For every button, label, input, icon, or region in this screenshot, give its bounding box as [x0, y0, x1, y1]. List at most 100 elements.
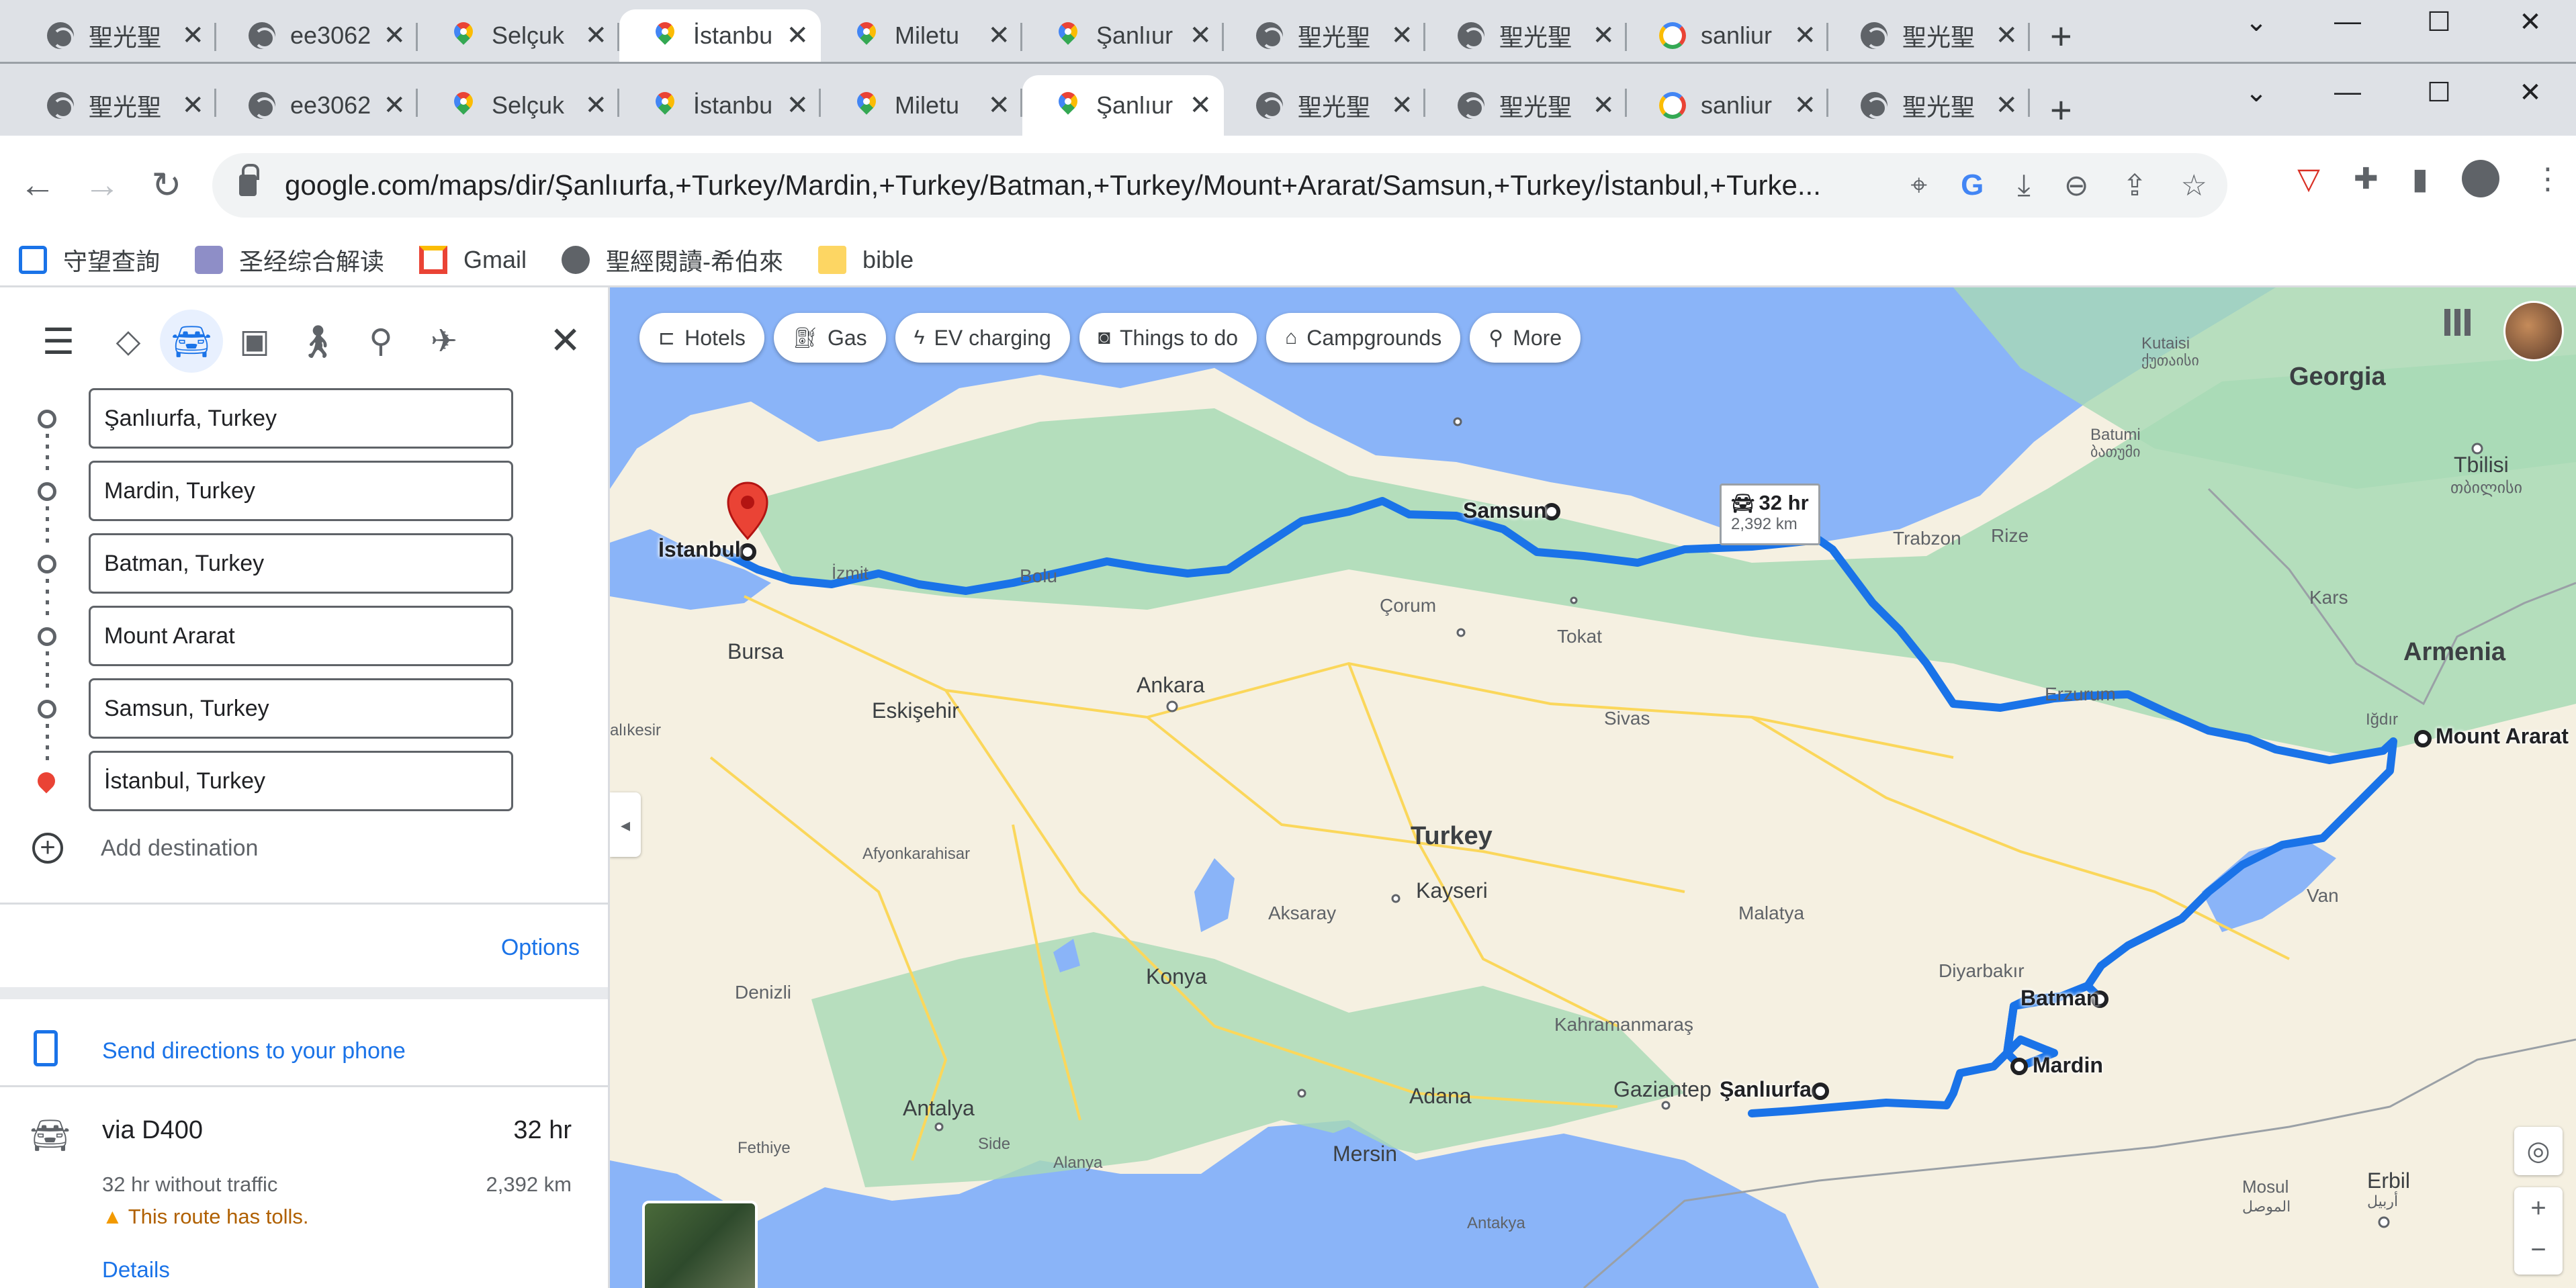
forward-button[interactable]: →: [70, 164, 134, 205]
label-sanliurfa[interactable]: Şanlıurfa: [1720, 1077, 1812, 1102]
tab-close-icon[interactable]: ✕: [584, 20, 607, 51]
zoom-in-button[interactable]: +: [2514, 1187, 2563, 1229]
bookmark-gmail[interactable]: Gmail: [419, 245, 527, 274]
my-location-button[interactable]: ◎: [2514, 1127, 2563, 1175]
cycling-icon[interactable]: ⚲: [349, 310, 412, 373]
browser-tab[interactable]: sanliur ✕: [1627, 9, 1828, 62]
location-pin-icon[interactable]: ⌖: [1910, 169, 1927, 203]
browser-tab[interactable]: Şanlıur ✕: [1022, 75, 1224, 136]
map-canvas[interactable]: ⊏ Hotels ⛽︎ Gas ϟ EV charging ◙ Things to do…: [610, 287, 2576, 1288]
browser-tab[interactable]: İstanbu ✕: [619, 75, 821, 136]
extensions-puzzle-icon[interactable]: ✚: [2354, 162, 2379, 196]
browser-tab[interactable]: 聖光聖 ✕: [1425, 9, 1627, 62]
options-link[interactable]: Options: [501, 935, 580, 961]
tab-close-icon[interactable]: ✕: [987, 90, 1010, 121]
google-lens-icon[interactable]: G: [1961, 169, 1984, 203]
send-to-phone-row[interactable]: Send directions to your phone: [0, 1025, 608, 1078]
chip-hotels[interactable]: ⊏ Hotels: [639, 313, 764, 363]
tab-close-icon[interactable]: ✕: [584, 90, 607, 121]
lock-icon[interactable]: [239, 164, 259, 196]
bookmark-watchtower[interactable]: 守望查詢: [19, 242, 160, 277]
browser-tab[interactable]: 聖光聖 ✕: [1828, 75, 2030, 136]
browser-tab[interactable]: Miletu ✕: [821, 9, 1022, 62]
label-samsun[interactable]: Samsun: [1463, 498, 1546, 523]
tab-close-icon[interactable]: ✕: [1995, 90, 2018, 121]
bookmark-star-icon[interactable]: ☆: [2181, 169, 2207, 203]
tab-close-icon[interactable]: ✕: [1995, 20, 2018, 51]
best-route-icon[interactable]: ◇: [97, 310, 160, 373]
tab-close-icon[interactable]: ✕: [1592, 20, 1615, 51]
stop-input[interactable]: Şanlıurfa, Turkey: [89, 388, 513, 449]
tab-close-icon[interactable]: ✕: [1592, 90, 1615, 121]
browser-tab[interactable]: ee3062 ✕: [216, 75, 418, 136]
browser-tab[interactable]: ee3062 ✕: [216, 9, 418, 62]
close-window-button[interactable]: ✕: [2485, 77, 2576, 108]
add-destination-button[interactable]: + Add destination: [0, 825, 608, 872]
reload-button[interactable]: ↻: [134, 164, 199, 206]
extension-shield-icon[interactable]: ▽: [2297, 162, 2320, 196]
tab-close-icon[interactable]: ✕: [1390, 20, 1413, 51]
collapse-panel-button[interactable]: ◂: [610, 792, 641, 857]
chip-things-to-do[interactable]: ◙ Things to do: [1079, 313, 1257, 363]
tab-close-icon[interactable]: ✕: [1189, 90, 1212, 121]
label-mount-ararat[interactable]: Mount Ararat: [2436, 724, 2569, 749]
route-option-card[interactable]: 🚘︎ via D400 32 hr 32 hr without traffic …: [0, 1111, 608, 1285]
new-tab-button[interactable]: +: [2050, 9, 2072, 62]
close-window-button[interactable]: ✕: [2485, 7, 2576, 38]
stop-input[interactable]: Samsun, Turkey: [89, 678, 513, 739]
stop-input[interactable]: Mount Ararat: [89, 606, 513, 666]
profile-avatar[interactable]: [2462, 160, 2499, 197]
share-icon[interactable]: ⇪: [2123, 169, 2147, 203]
route-time-bubble[interactable]: 🚘︎ 32 hr 2,392 km: [1720, 484, 1820, 545]
tab-search-icon[interactable]: ⌄: [2211, 77, 2302, 108]
tab-close-icon[interactable]: ✕: [987, 20, 1010, 51]
browser-tab[interactable]: 聖光聖 ✕: [1224, 9, 1425, 62]
back-button[interactable]: ←: [5, 164, 70, 205]
transit-icon[interactable]: ▣: [223, 310, 286, 373]
browser-tab[interactable]: 聖光聖 ✕: [15, 75, 216, 136]
browser-tab[interactable]: sanliur ✕: [1627, 75, 1828, 136]
chip-gas[interactable]: ⛽︎ Gas: [773, 313, 886, 363]
menu-icon[interactable]: ☰: [27, 310, 90, 373]
details-link[interactable]: Details: [102, 1257, 170, 1283]
browser-tab[interactable]: 聖光聖 ✕: [15, 9, 216, 62]
flight-icon[interactable]: ✈: [412, 310, 476, 373]
tab-close-icon[interactable]: ✕: [786, 20, 809, 51]
browser-tab[interactable]: 聖光聖 ✕: [1828, 9, 2030, 62]
maximize-button[interactable]: ☐: [2393, 77, 2485, 108]
tab-search-icon[interactable]: ⌄: [2211, 7, 2302, 38]
more-menu-icon[interactable]: ⋮: [2533, 162, 2563, 196]
bookmark-folder-bible[interactable]: bible: [818, 245, 914, 274]
stop-input[interactable]: İstanbul, Turkey: [89, 751, 513, 811]
label-batman[interactable]: Batman: [2020, 986, 2099, 1011]
google-apps-icon[interactable]: [2444, 309, 2471, 336]
bookmark-bible-study[interactable]: 圣经综合解读: [195, 242, 384, 277]
label-istanbul[interactable]: İstanbul: [658, 537, 741, 562]
tab-close-icon[interactable]: ✕: [1793, 20, 1816, 51]
zoom-out-button[interactable]: −: [2514, 1229, 2563, 1271]
tab-close-icon[interactable]: ✕: [383, 20, 406, 51]
stop-input[interactable]: Batman, Turkey: [89, 533, 513, 594]
bookmark-bible-hebrew[interactable]: 聖經閱讀-希伯來: [562, 242, 783, 277]
minimize-button[interactable]: —: [2302, 7, 2393, 38]
tab-close-icon[interactable]: ✕: [181, 90, 204, 121]
browser-tab[interactable]: Miletu ✕: [821, 75, 1022, 136]
install-icon[interactable]: ⤓: [2017, 169, 2030, 203]
close-directions-button[interactable]: ✕: [549, 318, 581, 363]
browser-tab[interactable]: Selçuk ✕: [418, 9, 619, 62]
tab-close-icon[interactable]: ✕: [786, 90, 809, 121]
side-panel-icon[interactable]: ▮: [2412, 162, 2428, 196]
tab-close-icon[interactable]: ✕: [1390, 90, 1413, 121]
tab-close-icon[interactable]: ✕: [383, 90, 406, 121]
new-tab-button[interactable]: +: [2050, 83, 2072, 136]
zoom-out-icon[interactable]: ⊖: [2064, 169, 2089, 203]
maximize-button[interactable]: ☐: [2393, 7, 2485, 38]
label-mardin[interactable]: Mardin: [2033, 1053, 2103, 1078]
address-bar[interactable]: google.com/maps/dir/Şanlıurfa,+Turkey/Ma…: [212, 153, 2227, 218]
tab-close-icon[interactable]: ✕: [181, 20, 204, 51]
driving-icon[interactable]: 🚘︎: [160, 310, 223, 373]
chip-campgrounds[interactable]: ⌂ Campgrounds: [1266, 313, 1461, 363]
minimize-button[interactable]: —: [2302, 77, 2393, 108]
chip-more[interactable]: ⚲ More: [1470, 313, 1581, 363]
stop-input[interactable]: Mardin, Turkey: [89, 461, 513, 521]
